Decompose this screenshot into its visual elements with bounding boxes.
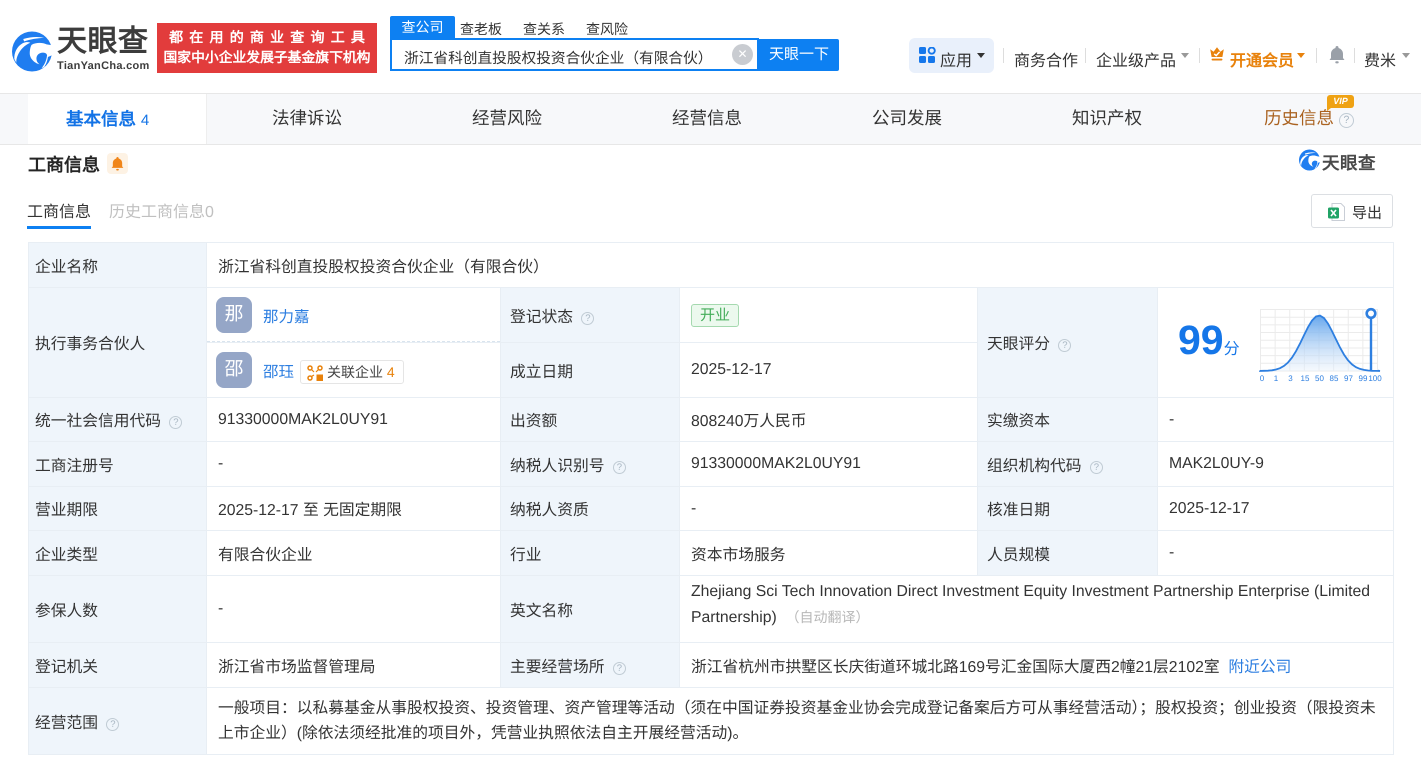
svg-text:97: 97 bbox=[1344, 374, 1353, 383]
svg-text:3: 3 bbox=[1288, 374, 1293, 383]
svg-text:1: 1 bbox=[1274, 374, 1279, 383]
svg-text:99: 99 bbox=[1359, 374, 1368, 383]
svg-text:100: 100 bbox=[1368, 374, 1382, 383]
svg-text:50: 50 bbox=[1315, 374, 1324, 383]
svg-text:0: 0 bbox=[1260, 374, 1265, 383]
svg-text:85: 85 bbox=[1330, 374, 1339, 383]
svg-text:15: 15 bbox=[1301, 374, 1310, 383]
